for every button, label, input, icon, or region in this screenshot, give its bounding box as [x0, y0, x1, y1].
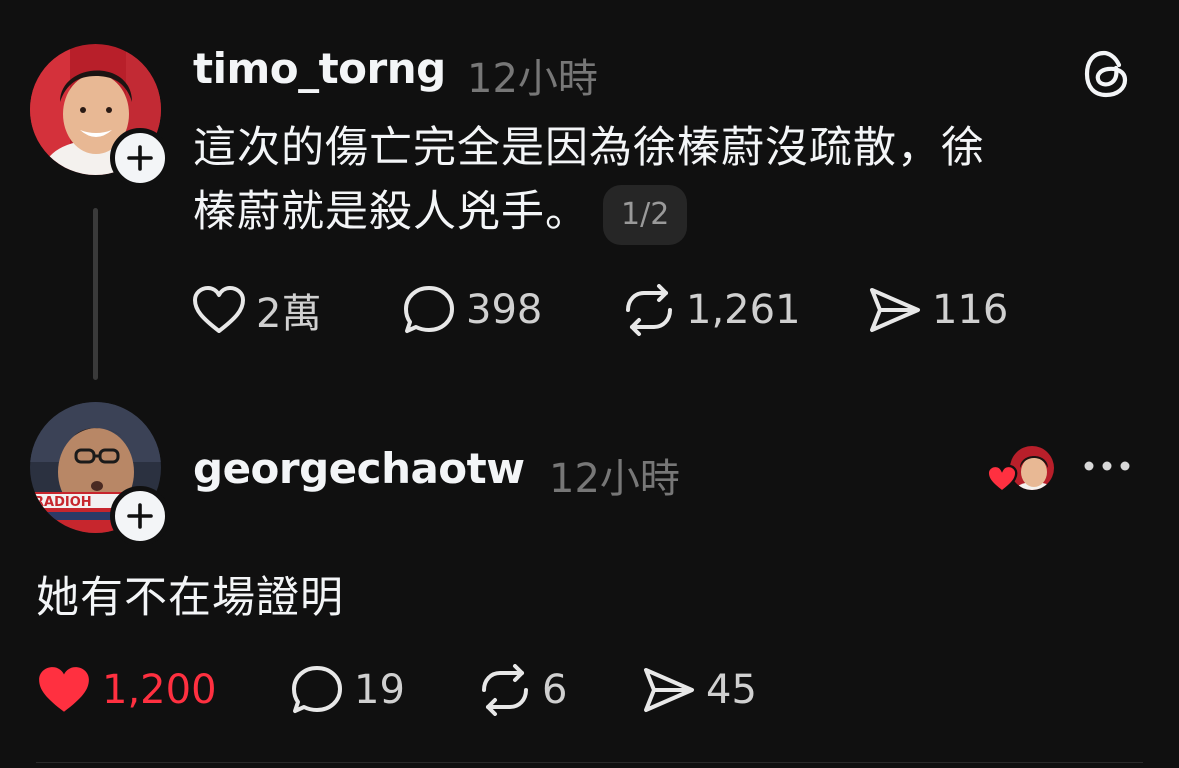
heart-icon: [36, 664, 92, 716]
post-timestamp: 12小時: [467, 56, 598, 102]
post-text-line-2-content: 榛蔚就是殺人兇手。: [193, 187, 589, 237]
reply-like-count: 1,200: [102, 667, 217, 713]
repost-button[interactable]: 1,261: [622, 280, 801, 340]
plus-icon: [127, 145, 153, 171]
reply-repost-count: 6: [542, 667, 568, 713]
plus-icon: [127, 503, 153, 529]
post-text-line-2: 榛蔚就是殺人兇手。 1/2: [193, 180, 1133, 245]
svg-text:RADIOH: RADIOH: [34, 495, 92, 510]
reply-share-count: 45: [706, 667, 757, 713]
reply-count: 398: [466, 287, 543, 333]
share-count: 116: [932, 287, 1009, 333]
send-icon: [642, 664, 696, 716]
heart-icon: [986, 464, 1018, 494]
comment-icon: [290, 664, 344, 716]
repost-icon: [622, 284, 676, 336]
like-button[interactable]: 2萬: [192, 280, 321, 340]
reply-button[interactable]: 398: [402, 280, 542, 340]
comment-icon: [402, 284, 456, 336]
reply-repost-button[interactable]: 6: [478, 660, 567, 720]
reply-timestamp: 12小時: [549, 456, 680, 502]
share-button[interactable]: 116: [868, 280, 1008, 340]
reply-comment-button[interactable]: 19: [290, 660, 405, 720]
follow-button-georgechaotw[interactable]: [110, 486, 170, 546]
heart-icon: [192, 285, 246, 335]
follow-button-timo-torng[interactable]: [110, 128, 170, 188]
reply-share-button[interactable]: 45: [642, 660, 757, 720]
thread-connector-line: [93, 208, 98, 380]
reply-comment-count: 19: [354, 667, 405, 713]
reply-username[interactable]: georgechaotw: [193, 444, 525, 493]
reply-like-button[interactable]: 1,200: [36, 660, 217, 720]
repost-icon: [478, 664, 532, 716]
threads-logo-icon[interactable]: [1084, 50, 1130, 98]
repost-count: 1,261: [686, 287, 801, 333]
reply-text: 她有不在場證明: [36, 573, 344, 623]
like-count: 2萬: [256, 291, 322, 337]
post-username[interactable]: timo_torng: [193, 44, 446, 93]
send-icon: [868, 284, 922, 336]
thread-pager-badge[interactable]: 1/2: [603, 184, 688, 245]
post-text: 這次的傷亡完全是因為徐榛蔚沒疏散，徐 榛蔚就是殺人兇手。 1/2: [193, 116, 1133, 245]
more-icon[interactable]: [1083, 459, 1131, 473]
divider: [36, 762, 1143, 763]
post-text-line-1: 這次的傷亡完全是因為徐榛蔚沒疏散，徐: [193, 123, 985, 173]
